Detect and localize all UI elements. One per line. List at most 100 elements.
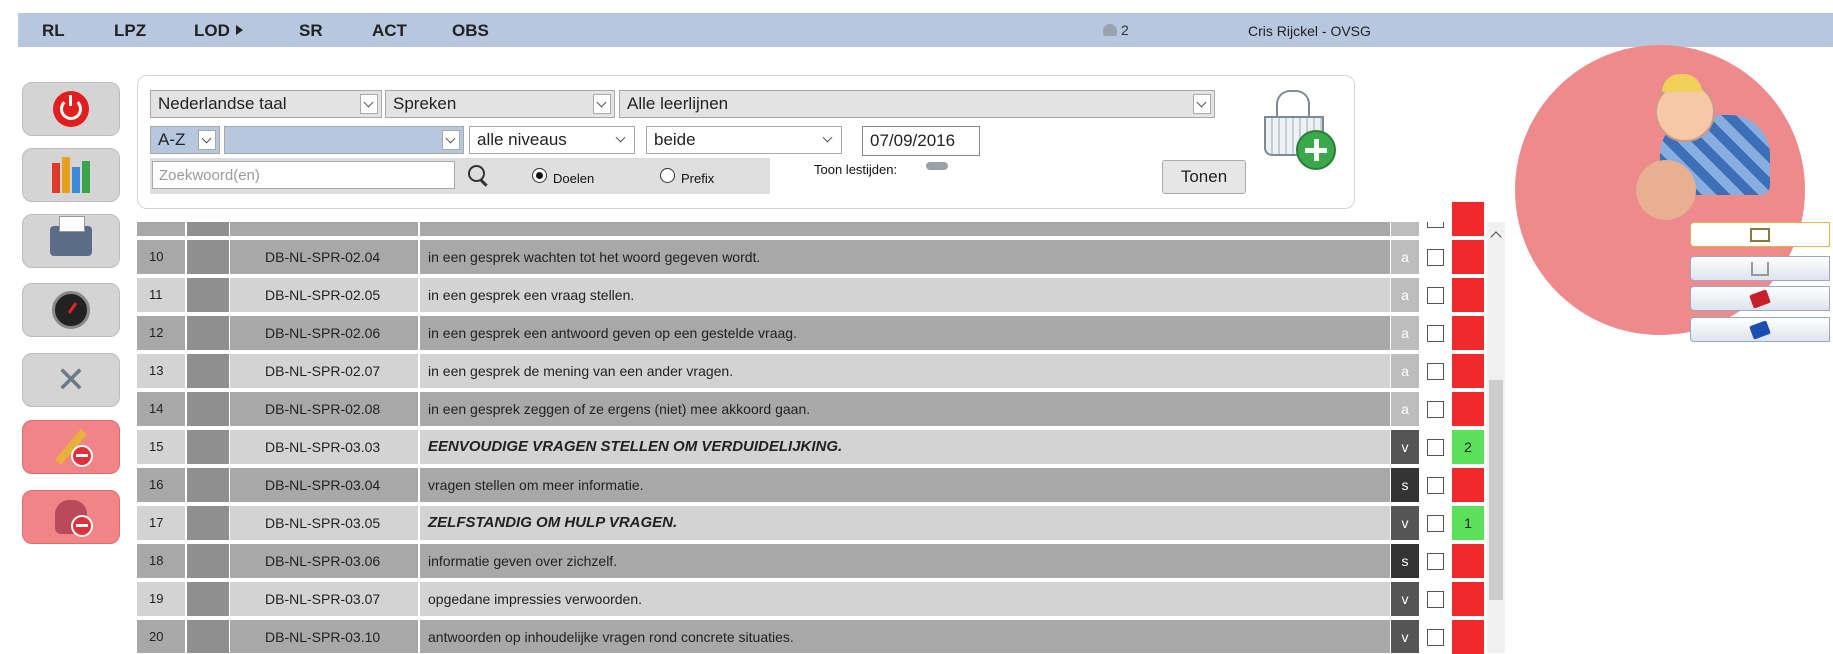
table-row[interactable]: 11 DB-NL-SPR-02.05 in een gesprek een vraa… [137, 278, 1455, 314]
scope-value: beide [654, 130, 696, 149]
row-checkbox[interactable] [1427, 401, 1444, 418]
level-select[interactable]: alle niveaus [469, 126, 635, 154]
table-row[interactable]: 13 DB-NL-SPR-02.07 in een gesprek de menin… [137, 354, 1455, 390]
row-status [1452, 278, 1484, 312]
row-type: s [1391, 544, 1419, 578]
settings-button[interactable]: ✕ [22, 353, 120, 407]
row-checkbox[interactable] [1427, 629, 1444, 646]
row-type: v [1391, 430, 1419, 464]
row-checkbox[interactable] [1427, 477, 1444, 494]
scope-select[interactable]: beide [646, 126, 842, 154]
row-number: 11 [137, 278, 185, 312]
row-description: vragen stellen om meer informatie. [420, 468, 1390, 502]
tab-blue-book[interactable] [1690, 317, 1830, 342]
search-input[interactable] [152, 161, 455, 189]
scroll-thumb[interactable] [1489, 380, 1503, 600]
add-to-basket-button[interactable] [1258, 88, 1338, 176]
radio-prefix[interactable] [660, 168, 675, 183]
row-checkbox[interactable] [1427, 591, 1444, 608]
power-button[interactable] [22, 82, 120, 136]
row-description: in een gesprek zeggen of ze ergens (niet… [420, 392, 1390, 426]
row-type: v [1391, 582, 1419, 616]
sort-value: A-Z [158, 130, 186, 149]
nav-lod-label: LOD [194, 21, 230, 40]
row-status [1452, 202, 1484, 236]
row-code: DB-NL-SPR-02.04 [230, 240, 418, 274]
table-row[interactable]: 10 DB-NL-SPR-02.04 in een gesprek wachten … [137, 240, 1455, 276]
row-status [1452, 468, 1484, 502]
row-marker [187, 620, 229, 653]
nav-rl[interactable]: RL [42, 21, 65, 41]
row-description: in een gesprek een antwoord geven op een… [420, 316, 1390, 350]
row-status: 1 [1452, 506, 1484, 540]
row-type: s [1391, 468, 1419, 502]
row-type: v [1391, 506, 1419, 540]
nav-obs[interactable]: OBS [452, 21, 489, 41]
nav-lod[interactable]: LOD [194, 21, 243, 41]
row-checkbox[interactable] [1427, 222, 1444, 228]
tab-book[interactable] [1690, 222, 1830, 247]
row-checkbox[interactable] [1427, 287, 1444, 304]
row-checkbox[interactable] [1427, 325, 1444, 342]
nav-lpz[interactable]: LPZ [114, 21, 146, 41]
table-row[interactable]: 19 DB-NL-SPR-03.07 opgedane impressies ver… [137, 582, 1455, 618]
show-button[interactable]: Tonen [1162, 160, 1246, 194]
row-status [1452, 354, 1484, 388]
online-users[interactable]: 2 [1103, 22, 1129, 38]
row-status [1452, 240, 1484, 274]
nav-sr[interactable]: SR [299, 21, 323, 41]
print-button[interactable] [22, 214, 120, 268]
cart-icon [1751, 261, 1769, 276]
row-code [230, 222, 418, 236]
show-lessons-label: Toon lestijden: [814, 162, 898, 177]
row-description: in een gesprek een vraag stellen. [420, 278, 1390, 312]
edit-remove-button[interactable] [22, 420, 120, 474]
learning-line-value: Alle leerlijnen [627, 94, 729, 113]
show-lessons-toggle[interactable] [926, 162, 948, 170]
row-checkbox[interactable] [1427, 515, 1444, 532]
remove-badge-icon [71, 515, 93, 537]
row-number: 12 [137, 316, 185, 350]
row-checkbox[interactable] [1427, 439, 1444, 456]
row-checkbox[interactable] [1427, 249, 1444, 266]
row-status [1452, 582, 1484, 616]
search-icon[interactable] [468, 165, 485, 182]
chevron-down-icon [198, 130, 216, 150]
category-select[interactable] [224, 126, 464, 154]
plus-icon [1296, 130, 1336, 170]
row-checkbox[interactable] [1427, 363, 1444, 380]
subject-select[interactable]: Nederlandse taal [150, 90, 382, 118]
tab-red-book[interactable] [1690, 286, 1830, 311]
row-number: 19 [137, 582, 185, 616]
date-field[interactable]: 07/09/2016 [862, 126, 980, 156]
row-code: DB-NL-SPR-02.08 [230, 392, 418, 426]
books-button[interactable] [22, 148, 120, 202]
table-row[interactable]: 20 DB-NL-SPR-03.10 antwoorden op inhoudeli… [137, 620, 1455, 653]
table-row[interactable]: 12 DB-NL-SPR-02.06 in een gesprek een antw… [137, 316, 1455, 352]
row-description: in een gesprek wachten tot het woord geg… [420, 240, 1390, 274]
row-marker [187, 544, 229, 578]
level-value: alle niveaus [477, 130, 567, 149]
table-row[interactable]: 18 DB-NL-SPR-03.06 informatie geven over z… [137, 544, 1455, 580]
row-marker [187, 468, 229, 502]
domain-value: Spreken [393, 94, 457, 113]
flask-remove-button[interactable] [22, 490, 120, 544]
tab-cart[interactable] [1690, 256, 1830, 281]
row-checkbox[interactable] [1427, 553, 1444, 570]
scroll-up-icon[interactable] [1489, 228, 1503, 242]
nav-act[interactable]: ACT [372, 21, 407, 41]
dashboard-button[interactable] [22, 283, 120, 337]
chevron-down-icon [1193, 94, 1211, 114]
row-number: 10 [137, 240, 185, 274]
row-type [1391, 222, 1419, 236]
row-marker [187, 316, 229, 350]
sort-select[interactable]: A-Z [150, 126, 220, 154]
table-row[interactable]: 14 DB-NL-SPR-02.08 in een gesprek zeggen o… [137, 392, 1455, 428]
table-row[interactable]: 17 DB-NL-SPR-03.05 ZELFSTANDIG OM HULP VRA… [137, 506, 1455, 542]
table-row[interactable]: 16 DB-NL-SPR-03.04 vragen stellen om meer … [137, 468, 1455, 504]
table-row[interactable]: 15 DB-NL-SPR-03.03 EENVOUDIGE VRAGEN STELL… [137, 430, 1455, 466]
radio-goals[interactable] [532, 168, 547, 183]
domain-select[interactable]: Spreken [385, 90, 615, 118]
learning-line-select[interactable]: Alle leerlijnen [619, 90, 1215, 118]
row-type: a [1391, 354, 1419, 388]
